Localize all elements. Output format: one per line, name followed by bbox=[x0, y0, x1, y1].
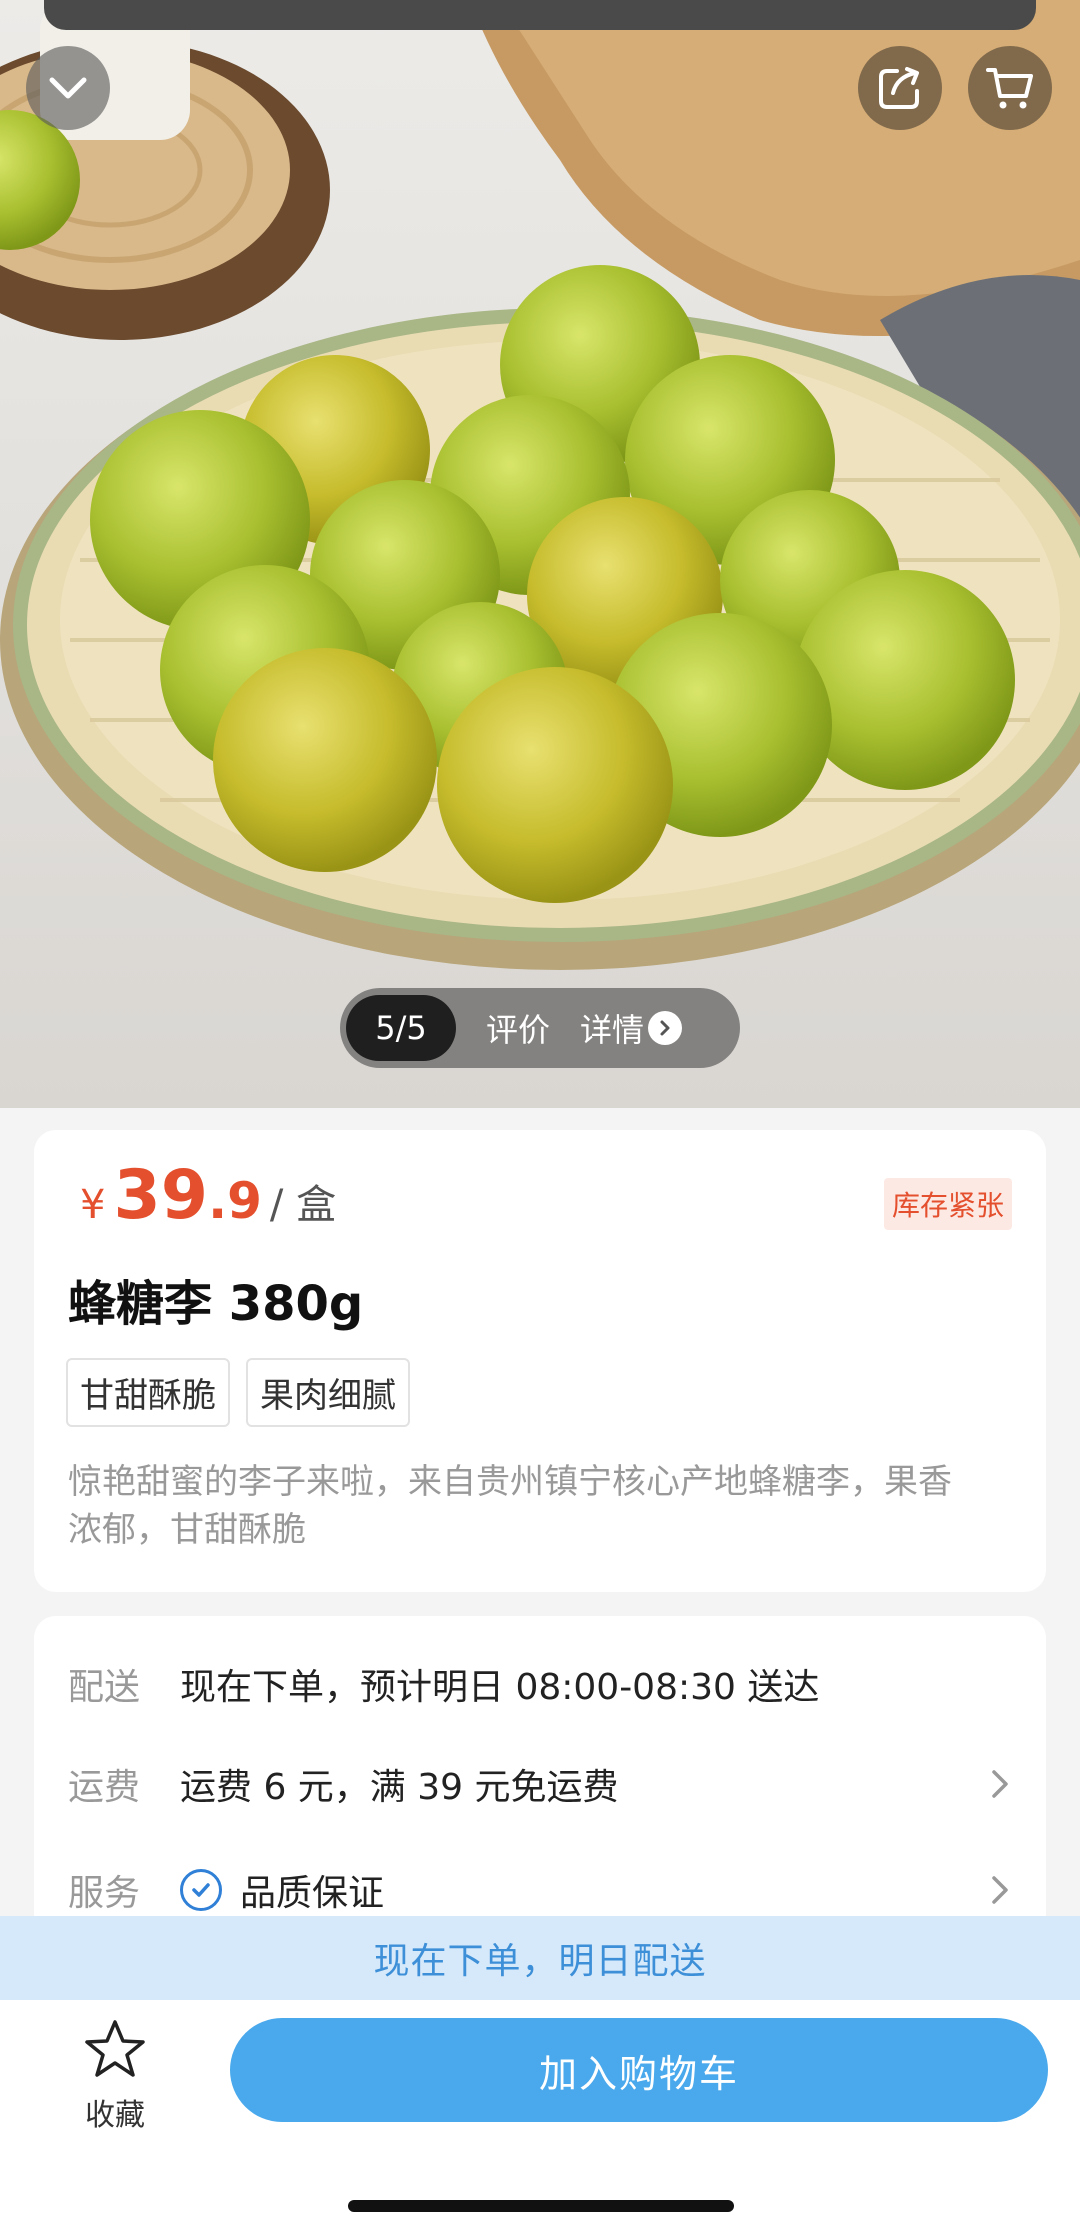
shipping-fee-label: 运费 bbox=[68, 1767, 141, 1808]
chevron-right-icon bbox=[992, 1876, 1008, 1904]
chevron-down-icon bbox=[49, 77, 87, 99]
delivery-banner: 现在下单，明日配送 bbox=[0, 1916, 1080, 2000]
cart-button[interactable] bbox=[968, 46, 1052, 130]
favorite-label: 收藏 bbox=[85, 2098, 145, 2133]
service-value: 品质保证 bbox=[240, 1873, 385, 1914]
product-title: 蜂糖李 380g bbox=[68, 1276, 364, 1332]
service-row[interactable]: 服务 品质保证 bbox=[68, 1864, 1012, 1916]
delivery-row: 配送 现在下单，预计明日 08:00-08:30 送达 bbox=[68, 1658, 1012, 1710]
shipping-fee-row[interactable]: 运费 运费 6 元，满 39 元免运费 bbox=[68, 1758, 1012, 1810]
delivery-label: 配送 bbox=[68, 1667, 141, 1708]
tab-details-label: 详情 bbox=[580, 1011, 645, 1049]
chevron-right-icon bbox=[992, 1770, 1008, 1798]
price-decimal: .9 bbox=[208, 1172, 262, 1230]
add-to-cart-button[interactable]: 加入购物车 bbox=[230, 2018, 1048, 2122]
product-image-gallery[interactable]: 5/5 评价 详情 bbox=[0, 0, 1080, 1108]
delivery-card: 配送 现在下单，预计明日 08:00-08:30 送达 运费 运费 6 元，满 … bbox=[34, 1616, 1046, 1916]
share-icon bbox=[879, 67, 919, 109]
product-photo bbox=[0, 0, 1080, 1108]
tab-reviews-label: 评价 bbox=[486, 1011, 551, 1049]
tab-reviews[interactable]: 评价 bbox=[486, 1005, 550, 1051]
star-icon bbox=[85, 2020, 145, 2077]
sheet-handle[interactable] bbox=[44, 0, 1036, 30]
bottom-action-bar: 收藏 加入购物车 bbox=[0, 2000, 1080, 2234]
check-circle-icon bbox=[180, 1869, 222, 1911]
image-counter: 5/5 bbox=[346, 995, 456, 1061]
cart-icon bbox=[986, 68, 1033, 109]
price-integer: 39 bbox=[113, 1156, 209, 1235]
home-indicator[interactable] bbox=[348, 2200, 734, 2212]
currency-symbol: ¥ bbox=[80, 1182, 106, 1228]
stock-badge: 库存紧张 bbox=[883, 1178, 1012, 1230]
price: ¥ 39 .9 / 盒 bbox=[80, 1156, 336, 1235]
tag: 甘甜酥脆 bbox=[66, 1358, 230, 1427]
chevron-right-icon bbox=[648, 1011, 683, 1045]
collapse-button[interactable] bbox=[26, 46, 110, 130]
share-button[interactable] bbox=[858, 46, 942, 130]
favorite-button[interactable]: 收藏 bbox=[70, 2018, 160, 2134]
tab-details[interactable]: 详情 bbox=[580, 1005, 683, 1051]
delivery-value: 现在下单，预计明日 08:00-08:30 送达 bbox=[180, 1667, 820, 1708]
service-label: 服务 bbox=[68, 1873, 141, 1914]
product-tags: 甘甜酥脆 果肉细腻 bbox=[66, 1358, 410, 1427]
service-value-wrap: 品质保证 bbox=[180, 1864, 384, 1916]
product-info-card: ¥ 39 .9 / 盒 库存紧张 蜂糖李 380g 甘甜酥脆 果肉细腻 惊艳甜蜜… bbox=[34, 1130, 1046, 1592]
gallery-pager: 5/5 评价 详情 bbox=[340, 988, 740, 1068]
product-description: 惊艳甜蜜的李子来啦，来自贵州镇宁核心产地蜂糖李，果香浓郁，甘甜酥脆 bbox=[68, 1462, 952, 1550]
tag: 果肉细腻 bbox=[246, 1358, 410, 1427]
shipping-fee-value: 运费 6 元，满 39 元免运费 bbox=[180, 1767, 619, 1808]
price-unit: / 盒 bbox=[269, 1182, 337, 1228]
